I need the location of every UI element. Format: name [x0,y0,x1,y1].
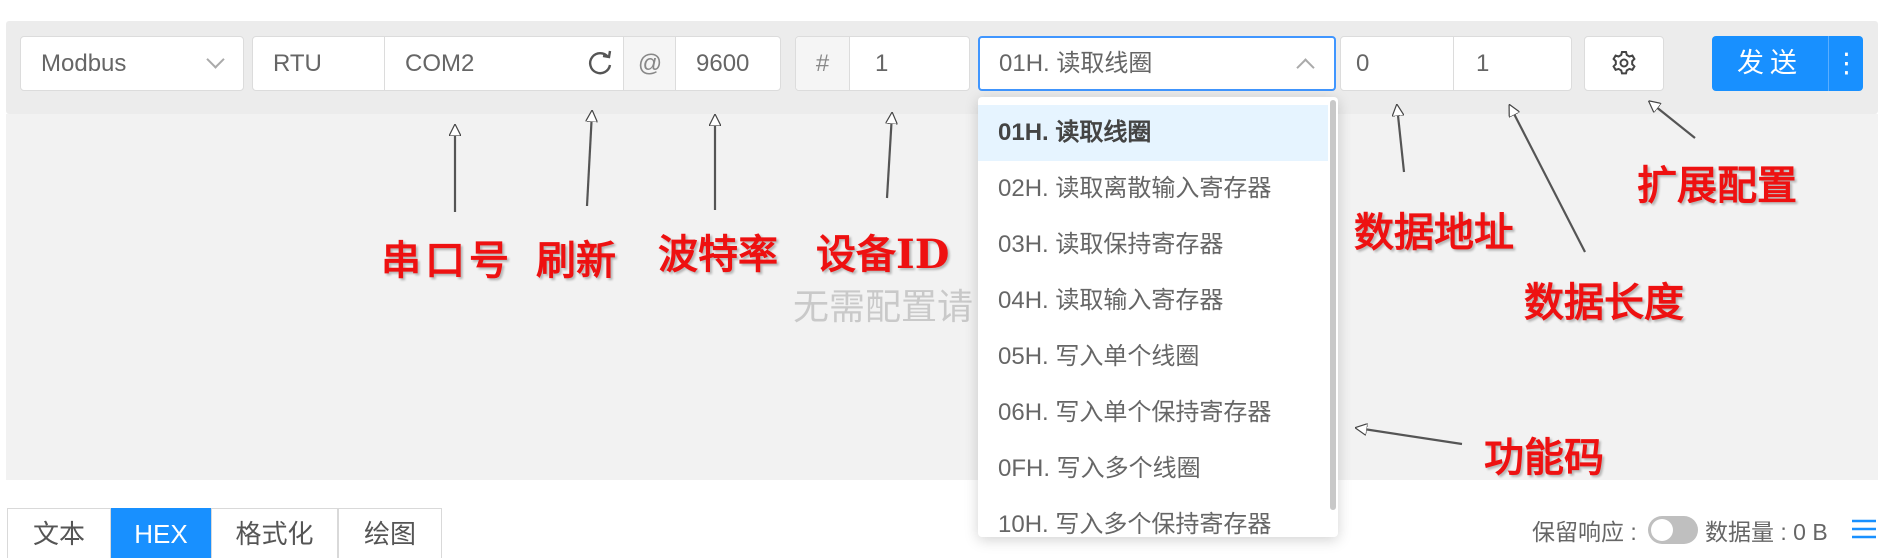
data-size-label: 数据量 : 0 B [1705,519,1828,545]
annotation-port: 串口号 [381,237,513,284]
tab-format[interactable]: 格式化 [211,508,338,558]
annotation-function-code: 功能码 [1484,434,1604,481]
arrow-device-id [887,114,892,199]
annotation-ext-config: 扩展配置 [1637,162,1797,209]
arrow-ext-config [1650,102,1696,139]
annotation-data-length: 数据长度 [1524,279,1684,326]
menu-icon[interactable] [1851,518,1877,540]
arrow-function-code [1357,428,1463,446]
toggle-knob [1651,519,1673,541]
annotation-data-address: 数据地址 [1354,209,1514,256]
keep-response-label: 保留响应 : [1532,519,1637,545]
annotation-baud: 波特率 [658,231,778,278]
arrow-refresh [587,112,592,207]
arrow-data-length [1510,106,1586,253]
keep-response-toggle[interactable] [1648,516,1698,544]
tab-text[interactable]: 文本 [7,508,111,558]
tab-chart[interactable]: 绘图 [338,508,442,558]
annotation-device-id: 设备ID [816,231,950,278]
arrow-data-address [1397,106,1406,173]
tab-hex[interactable]: HEX [111,508,211,558]
annotation-refresh: 刷新 [536,237,616,284]
